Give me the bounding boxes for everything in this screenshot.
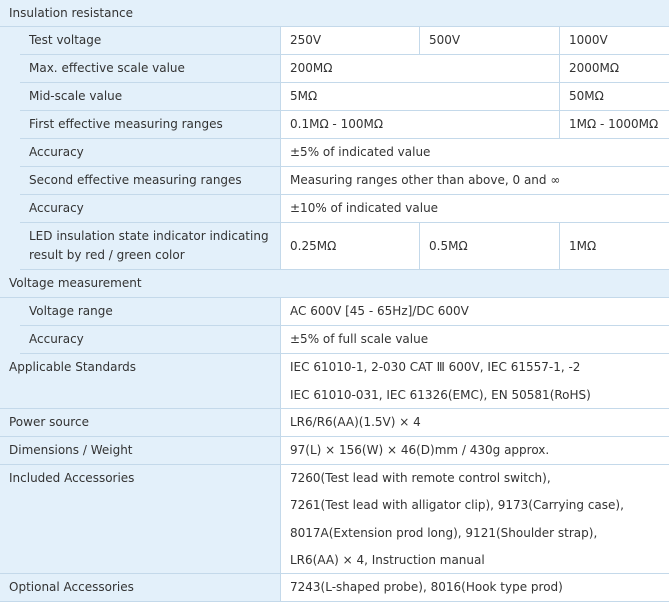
power-source-value: LR6/R6(AA)(1.5V) × 4 [280,409,669,437]
label-test-voltage: Test voltage [20,27,280,55]
test-voltage-500: 500V [419,27,559,55]
label-first-ranges: First effective measuring ranges [20,111,280,139]
included-line-1: 7260(Test lead with remote control switc… [290,471,551,485]
max-scale-1000: 2000MΩ [559,55,669,83]
label-led-indicator: LED insulation state indicator indicatin… [20,223,280,270]
included-accessories-value: 7260(Test lead with remote control switc… [280,465,669,574]
included-line-2: 7261(Test lead with alligator clip), 917… [290,498,624,513]
label-accuracy-1: Accuracy [20,139,280,167]
label-voltage-accuracy: Accuracy [20,326,280,354]
optional-accessories-value: 7243(L-shaped probe), 8016(Hook type pro… [280,574,669,602]
voltage-accuracy-value: ±5% of full scale value [280,326,669,354]
accuracy-2-value: ±10% of indicated value [280,195,669,223]
led-1000: 1MΩ [559,223,669,270]
indent-insulation [0,27,20,270]
led-250: 0.25MΩ [280,223,419,270]
label-applicable-standards: Applicable Standards [0,354,280,409]
label-second-ranges: Second effective measuring ranges [20,167,280,195]
mid-scale-250-500: 5MΩ [280,83,559,111]
label-accuracy-2: Accuracy [20,195,280,223]
accuracy-1-value: ±5% of indicated value [280,139,669,167]
label-voltage-range: Voltage range [20,298,280,326]
max-scale-250-500: 200MΩ [280,55,559,83]
voltage-range-value: AC 600V [45 - 65Hz]/DC 600V [280,298,669,326]
led-500: 0.5MΩ [419,223,559,270]
included-line-4: LR6(AA) × 4, Instruction manual [290,552,485,567]
dimensions-weight-value: 97(L) × 156(W) × 46(D)mm / 430g approx. [280,437,669,465]
label-max-scale: Max. effective scale value [20,55,280,83]
included-line-3: 8017A(Extension prod long), 9121(Shoulde… [290,525,598,540]
first-ranges-250-500: 0.1MΩ - 100MΩ [280,111,559,139]
label-optional-accessories: Optional Accessories [0,574,280,602]
label-mid-scale: Mid-scale value [20,83,280,111]
section-insulation-resistance: Insulation resistance [0,0,669,27]
applicable-standards-value: IEC 61010-1, 2-030 CAT Ⅲ 600V, IEC 61557… [280,354,669,409]
first-ranges-1000: 1MΩ - 1000MΩ [559,111,669,139]
spec-table: Insulation resistance Test voltage 250V … [0,0,669,604]
section-voltage-measurement: Voltage measurement [0,270,669,298]
standards-line-1: IEC 61010-1, 2-030 CAT Ⅲ 600V, IEC 61557… [290,360,581,374]
test-voltage-250: 250V [280,27,419,55]
label-included-accessories: Included Accessories [0,465,280,574]
standards-line-2: IEC 61010-031, IEC 61326(EMC), EN 50581(… [290,388,591,402]
indent-voltage [0,298,20,354]
label-power-source: Power source [0,409,280,437]
mid-scale-1000: 50MΩ [559,83,669,111]
test-voltage-1000: 1000V [559,27,669,55]
second-ranges-value: Measuring ranges other than above, 0 and… [280,167,669,195]
label-dimensions-weight: Dimensions / Weight [0,437,280,465]
